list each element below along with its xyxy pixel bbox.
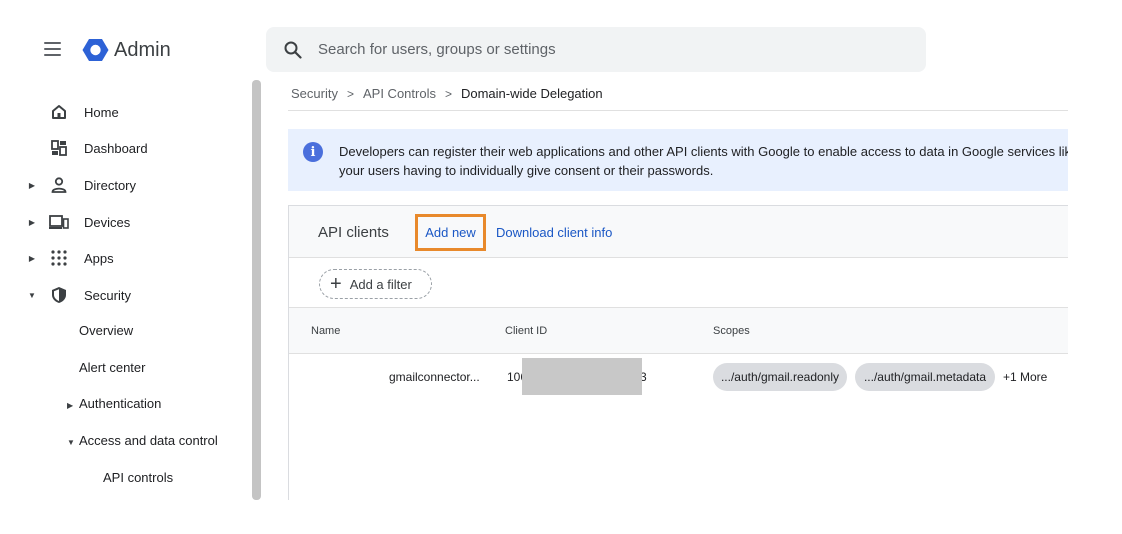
sidebar-item-directory[interactable]: ▶ Directory	[28, 173, 136, 197]
table-header: Name Client ID Scopes	[289, 308, 1068, 354]
apps-grid-icon	[48, 247, 70, 269]
app-title: Admin	[114, 39, 171, 61]
column-header-name[interactable]: Name	[311, 325, 340, 337]
chevron-right-icon: >	[346, 86, 354, 101]
caret-right-icon[interactable]: ▶	[28, 254, 36, 263]
caret-right-icon[interactable]: ▶	[28, 218, 36, 227]
shield-icon	[48, 284, 70, 306]
filter-row: + Add a filter	[289, 258, 1068, 308]
caret-down-icon[interactable]: ▼	[67, 433, 75, 453]
add-filter-button[interactable]: + Add a filter	[319, 269, 432, 299]
column-header-client-id[interactable]: Client ID	[505, 325, 547, 337]
plus-icon: +	[330, 273, 342, 295]
sidebar-item-label: Access and data control	[79, 433, 218, 448]
api-clients-panel: API clients Add new Download client info…	[288, 205, 1068, 500]
caret-right-icon[interactable]: ▶	[28, 181, 36, 190]
client-name[interactable]: gmailconnector...	[389, 370, 480, 384]
sidebar-item-devices[interactable]: ▶ Devices	[28, 210, 130, 234]
table-row[interactable]: gmailconnector... 106 3 .../auth/gmail.re…	[289, 354, 1068, 402]
devices-icon	[48, 211, 70, 233]
breadcrumb-security[interactable]: Security	[291, 86, 338, 101]
main-menu-icon[interactable]	[44, 38, 66, 60]
sidebar-item-label: Directory	[84, 177, 137, 193]
dashboard-icon	[48, 137, 70, 159]
sidebar-item-home[interactable]: Home	[48, 100, 119, 124]
add-filter-label: Add a filter	[349, 276, 412, 292]
sidebar-item-api-controls[interactable]: API controls	[103, 468, 173, 488]
sidebar-item-dashboard[interactable]: Dashboard	[48, 136, 148, 160]
person-icon	[48, 174, 70, 196]
column-header-scopes[interactable]: Scopes	[713, 325, 750, 337]
info-icon: i	[303, 142, 323, 162]
search-input[interactable]	[318, 41, 878, 58]
sidebar-item-alert-center[interactable]: Alert center	[79, 358, 145, 378]
info-banner: i Developers can register their web appl…	[288, 129, 1068, 191]
sidebar-item-label: Authentication	[79, 396, 162, 411]
caret-down-icon[interactable]: ▼	[28, 291, 36, 300]
scope-chip[interactable]: .../auth/gmail.readonly	[713, 363, 847, 391]
chevron-right-icon: >	[444, 86, 452, 101]
admin-logo-icon	[82, 39, 109, 61]
search-bar[interactable]	[266, 27, 926, 72]
breadcrumb: Security > API Controls > Domain-wide De…	[291, 86, 603, 101]
search-icon	[284, 41, 302, 59]
panel-header: API clients Add new Download client info	[289, 206, 1068, 258]
redaction-box	[522, 358, 642, 395]
sidebar-item-label: Home	[84, 104, 119, 120]
info-banner-text: Developers can register their web applic…	[339, 142, 1068, 180]
more-scopes-link[interactable]: +1 More	[1003, 370, 1047, 384]
sidebar-item-overview[interactable]: Overview	[79, 321, 133, 341]
info-banner-line: your users having to individually give c…	[339, 163, 714, 178]
download-client-info-link[interactable]: Download client info	[496, 225, 612, 240]
sidebar-item-label: Apps	[84, 250, 114, 266]
home-icon	[48, 101, 70, 123]
divider	[288, 110, 1068, 111]
caret-right-icon[interactable]: ▶	[67, 396, 73, 416]
scope-chip[interactable]: .../auth/gmail.metadata	[855, 363, 995, 391]
sidebar-item-apps[interactable]: ▶ Apps	[28, 246, 114, 270]
panel-title: API clients	[318, 224, 389, 241]
add-new-button[interactable]: Add new	[415, 214, 486, 251]
breadcrumb-api-controls[interactable]: API Controls	[363, 86, 436, 101]
sidebar-item-security[interactable]: ▼ Security	[28, 283, 131, 307]
sidebar-item-label: Security	[84, 287, 131, 303]
info-banner-line: Developers can register their web applic…	[339, 144, 1068, 159]
sidebar-item-authentication[interactable]: ▶ Authentication	[67, 394, 161, 416]
breadcrumb-current: Domain-wide Delegation	[460, 86, 603, 101]
sidebar-item-label: Devices	[84, 214, 131, 230]
sidebar-item-access-and-data-control[interactable]: ▼ Access and data control	[67, 431, 218, 453]
sidebar-scrollbar[interactable]	[252, 80, 261, 500]
sidebar-item-label: Dashboard	[84, 140, 148, 156]
